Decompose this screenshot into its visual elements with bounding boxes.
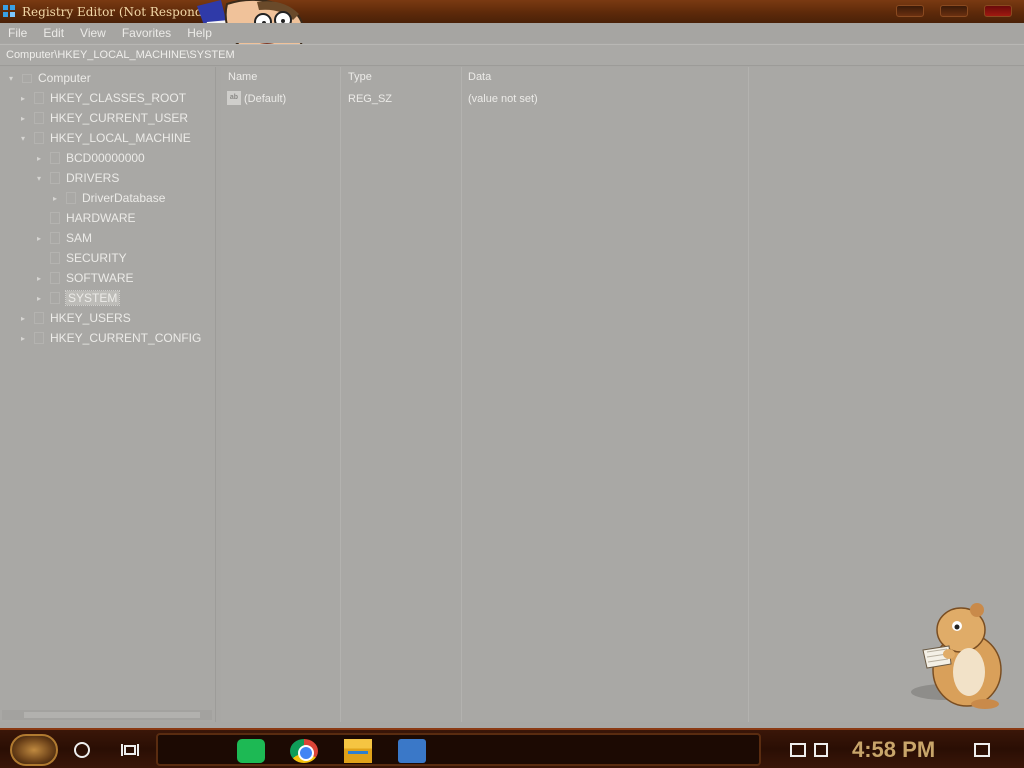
folder-icon xyxy=(50,212,60,224)
tree-item-hardware[interactable]: HARDWARE xyxy=(34,209,136,227)
column-divider[interactable] xyxy=(340,67,341,722)
spotify-icon[interactable] xyxy=(237,739,265,763)
value-data: (value not set) xyxy=(468,93,538,105)
file-explorer-icon[interactable] xyxy=(344,739,372,763)
string-value-icon: ab xyxy=(227,91,241,105)
system-tray: 4:58 PM xyxy=(768,733,1024,766)
folder-icon xyxy=(66,192,76,204)
tree-item-bcd00000000[interactable]: ▸ BCD00000000 xyxy=(34,149,145,167)
expand-icon[interactable]: ▸ xyxy=(18,114,28,123)
tree-item-security[interactable]: SECURITY xyxy=(34,249,127,267)
folder-icon xyxy=(50,292,60,304)
tree-item-label: DRIVERS xyxy=(66,171,120,185)
tree-item-label: HKEY_CURRENT_USER xyxy=(50,111,189,125)
column-header-name[interactable]: Name xyxy=(228,71,257,83)
folder-icon xyxy=(34,312,44,324)
expand-icon[interactable]: ▸ xyxy=(34,154,44,163)
menu-favorites[interactable]: Favorites xyxy=(122,26,171,40)
column-header-data[interactable]: Data xyxy=(468,71,491,83)
task-view-icon[interactable] xyxy=(121,742,139,758)
collapse-icon[interactable]: ▾ xyxy=(6,74,16,83)
expand-icon[interactable]: ▸ xyxy=(34,274,44,283)
folder-icon xyxy=(50,152,60,164)
minimize-button[interactable] xyxy=(896,5,924,17)
scrollbar-thumb[interactable] xyxy=(24,712,200,718)
folder-icon xyxy=(34,92,44,104)
tree-item-label: HARDWARE xyxy=(66,211,136,225)
tree-item-label: SOFTWARE xyxy=(66,271,134,285)
tree-item-drivers[interactable]: ▾ DRIVERS xyxy=(34,169,119,187)
expand-icon[interactable]: ▸ xyxy=(50,194,60,203)
tree-item-label: SAM xyxy=(66,231,93,245)
value-type: REG_SZ xyxy=(348,93,393,105)
tree-item-label: HKEY_CLASSES_ROOT xyxy=(50,91,187,105)
menu-bar: File Edit View Favorites Help xyxy=(0,23,1024,43)
tree-item-hkey-current-user[interactable]: ▸ HKEY_CURRENT_USER xyxy=(18,109,188,127)
column-header-type[interactable]: Type xyxy=(348,71,372,83)
volume-muted-icon[interactable] xyxy=(814,743,828,757)
expand-icon[interactable]: ▸ xyxy=(18,314,28,323)
tree-item-software[interactable]: ▸ SOFTWARE xyxy=(34,269,134,287)
taskbar-apps xyxy=(156,733,761,766)
tree-item-driverdatabase[interactable]: ▸ DriverDatabase xyxy=(50,189,165,207)
title-bar[interactable]: Registry Editor (Not Respondi xyxy=(0,0,1024,23)
taskbar: 4:58 PM xyxy=(0,728,1024,768)
tree-item-hkey-classes-root[interactable]: ▸ HKEY_CLASSES_ROOT xyxy=(18,89,186,107)
menu-edit[interactable]: Edit xyxy=(43,26,64,40)
menu-view[interactable]: View xyxy=(80,26,106,40)
folder-icon xyxy=(50,232,60,244)
collapse-icon[interactable]: ▾ xyxy=(18,134,28,143)
maximize-button[interactable] xyxy=(940,5,968,17)
window-title: Registry Editor (Not Respondi xyxy=(22,4,207,19)
expand-icon[interactable]: ▸ xyxy=(18,334,28,343)
folder-icon xyxy=(34,132,44,144)
clock[interactable]: 4:58 PM xyxy=(852,737,935,763)
regedit-icon[interactable] xyxy=(398,739,426,763)
tree-item-label: SECURITY xyxy=(66,251,127,265)
value-name: (Default) xyxy=(244,93,287,105)
column-divider[interactable] xyxy=(461,67,462,722)
folder-icon xyxy=(34,112,44,124)
tree-item-computer[interactable]: ▾ Computer xyxy=(6,69,91,87)
network-icon[interactable] xyxy=(790,743,806,757)
registry-editor-icon xyxy=(3,4,17,19)
folder-icon xyxy=(50,252,60,264)
tree-item-hkey-current-config[interactable]: ▸ HKEY_CURRENT_CONFIG xyxy=(18,329,201,347)
tree-item-hkey-users[interactable]: ▸ HKEY_USERS xyxy=(18,309,131,327)
tree-item-hkey-local-machine[interactable]: ▾ HKEY_LOCAL_MACHINE xyxy=(18,129,191,147)
expand-icon[interactable]: ▸ xyxy=(34,234,44,243)
tree-item-label: HKEY_USERS xyxy=(50,311,131,325)
tree-item-label: HKEY_LOCAL_MACHINE xyxy=(50,131,191,145)
expand-icon[interactable]: ▸ xyxy=(18,94,28,103)
tree-item-label: DriverDatabase xyxy=(82,191,166,205)
address-bar[interactable]: Computer\HKEY_LOCAL_MACHINE\SYSTEM xyxy=(0,44,1024,66)
column-divider[interactable] xyxy=(748,67,749,722)
expand-icon[interactable]: ▸ xyxy=(34,294,44,303)
tree-item-label: BCD00000000 xyxy=(66,151,145,165)
menu-help[interactable]: Help xyxy=(187,26,212,40)
collapse-icon[interactable]: ▾ xyxy=(34,174,44,183)
values-pane[interactable]: Name Type Data ab (Default) REG_SZ (valu… xyxy=(221,67,1024,722)
search-icon[interactable] xyxy=(74,742,90,758)
folder-icon xyxy=(50,172,60,184)
window-controls xyxy=(896,5,1012,17)
tree-item-label: SYSTEM xyxy=(64,290,121,306)
computer-icon xyxy=(22,73,32,83)
tree-item-label: Computer xyxy=(38,71,91,85)
folder-icon xyxy=(34,332,44,344)
tree-item-sam[interactable]: ▸ SAM xyxy=(34,229,92,247)
chrome-icon[interactable] xyxy=(290,739,318,763)
tree-item-system[interactable]: ▸ SYSTEM xyxy=(34,289,121,307)
tree-pane[interactable]: ▾ Computer ▸ HKEY_CLASSES_ROOT ▸ HKEY_CU… xyxy=(0,67,216,722)
folder-icon xyxy=(50,272,60,284)
notification-icon[interactable] xyxy=(974,743,990,757)
hamster-desktop-pet xyxy=(911,603,1002,709)
menu-file[interactable]: File xyxy=(8,26,27,40)
start-button[interactable] xyxy=(10,734,58,766)
horizontal-scrollbar[interactable] xyxy=(2,710,212,720)
tree-item-label: HKEY_CURRENT_CONFIG xyxy=(50,331,202,345)
close-button[interactable] xyxy=(984,5,1012,17)
